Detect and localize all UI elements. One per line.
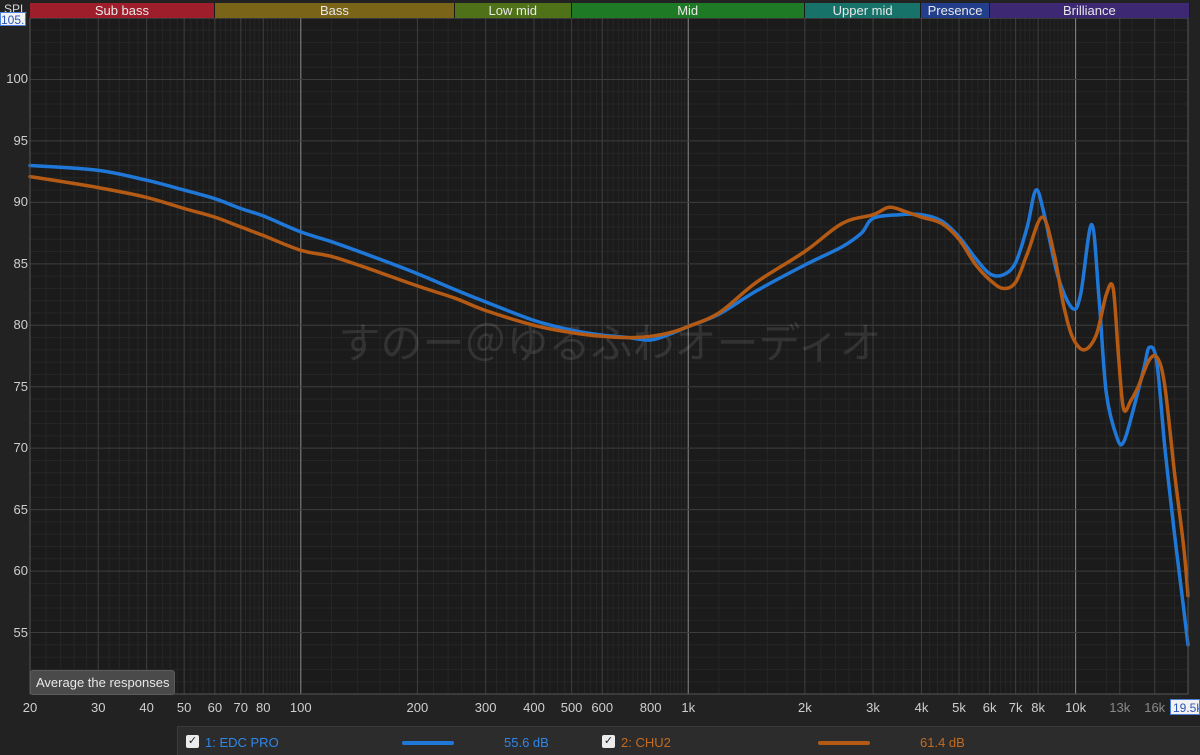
- x-tick-label: 4k: [914, 700, 929, 715]
- y-tick-label: 95: [13, 132, 28, 148]
- y-tick-label: 90: [13, 194, 28, 210]
- x-tick-label: 300: [474, 700, 497, 715]
- x-tick-label: 1k: [681, 700, 696, 715]
- x-tick-label: 20: [22, 700, 38, 715]
- series-1-value: 55.6 dB: [504, 735, 549, 750]
- series-2-swatch: [818, 741, 870, 745]
- spl-max-input[interactable]: 105.00: [0, 12, 26, 26]
- band-low-mid: Low mid: [454, 3, 572, 18]
- series-1-swatch: [402, 741, 454, 745]
- x-tick-label: 40: [139, 700, 154, 715]
- series-1-checkbox[interactable]: ✓: [186, 735, 199, 748]
- y-tick-label: 70: [13, 440, 28, 456]
- x-tick-label: 7k: [1008, 700, 1023, 715]
- band-brilliance: Brilliance: [989, 3, 1190, 18]
- y-tick-label: 80: [13, 317, 28, 333]
- x-tick-label: 80: [256, 700, 271, 715]
- watermark: すのー＠ゆるふわオーディオ: [338, 319, 881, 368]
- y-tick-label: 65: [13, 501, 28, 517]
- x-tick-label: 600: [591, 700, 614, 715]
- x-tick-label: 200: [406, 700, 429, 715]
- y-tick-label: 60: [13, 563, 28, 579]
- x-tick-label: 2k: [797, 700, 812, 715]
- x-tick-label: 50: [176, 700, 192, 715]
- x-tick-label: 100: [289, 700, 312, 715]
- x-tick-label: 8k: [1031, 700, 1045, 715]
- frequency-response-chart: すのー＠ゆるふわオーディオ: [28, 17, 1190, 695]
- band-mid: Mid: [571, 3, 805, 18]
- x-tick-label: 16k: [1144, 700, 1166, 715]
- x-tick-label: 3k: [866, 700, 880, 715]
- band-upper-mid: Upper mid: [804, 3, 922, 18]
- x-tick-label: 70: [233, 700, 249, 715]
- x-tick-label: 400: [523, 700, 545, 715]
- y-tick-label: 75: [13, 378, 28, 394]
- series-2-name: 2: CHU2: [621, 735, 671, 750]
- y-tick-label: 100: [6, 71, 28, 87]
- x-tick-label: 6k: [982, 700, 997, 715]
- series-1-name: 1: EDC PRO: [205, 735, 279, 750]
- x-max-input[interactable]: 19.5k: [1170, 699, 1200, 715]
- x-tick-label: 13k: [1109, 700, 1131, 715]
- band-bass: Bass: [214, 3, 455, 18]
- legend-bar: ✓ 1: EDC PRO 55.6 dB ✓ 2: CHU2 61.4 dB: [177, 726, 1200, 755]
- x-tick-label: 30: [90, 700, 106, 715]
- x-tick-label: 10k: [1065, 700, 1087, 715]
- x-tick-label: 5k: [952, 700, 966, 715]
- average-responses-button[interactable]: Average the responses: [30, 670, 176, 695]
- band-sub-bass: Sub bass: [30, 3, 215, 18]
- series-2-checkbox[interactable]: ✓: [602, 735, 615, 748]
- x-tick-label: 800: [639, 700, 662, 715]
- y-tick-label: 55: [13, 624, 28, 640]
- series-2-value: 61.4 dB: [920, 735, 965, 750]
- x-tick-label: 500: [560, 700, 583, 715]
- band-presence: Presence: [921, 3, 990, 18]
- x-tick-label: 60: [207, 700, 223, 715]
- y-tick-label: 85: [13, 255, 28, 271]
